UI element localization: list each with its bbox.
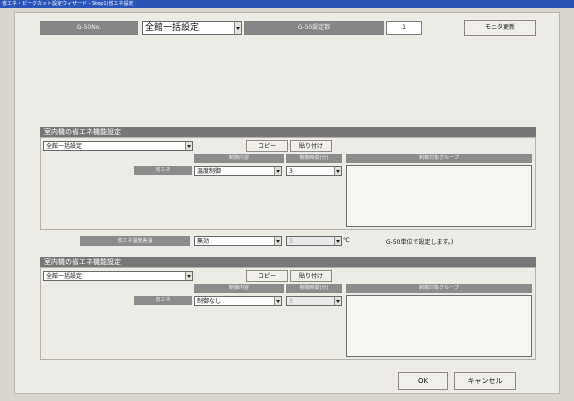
indoor-group-select[interactable]: 全館一括設定 — [43, 141, 193, 151]
chevron-down-icon[interactable] — [234, 22, 241, 34]
monitor-update-button[interactable]: モニタ更新 — [464, 20, 536, 36]
control-content-select-2[interactable]: 制御なし — [194, 296, 282, 306]
energy-row-label: 省エネ — [134, 166, 192, 175]
indoor-group-select-2[interactable]: 全館一括設定 — [43, 271, 193, 281]
copy-button-2[interactable]: コピー — [246, 270, 288, 282]
group-select-value: 全館一括設定 — [145, 23, 200, 33]
chevron-down-icon[interactable] — [334, 237, 341, 245]
group-select[interactable]: 全館一括設定 — [142, 21, 242, 35]
chevron-down-icon[interactable] — [274, 237, 281, 245]
chevron-down-icon[interactable] — [185, 272, 192, 280]
indoor-group-select-value-2: 全館一括設定 — [46, 273, 83, 280]
paste-button[interactable]: 貼り付け — [290, 140, 332, 152]
indoor-group-select-value: 全館一括設定 — [46, 143, 83, 150]
group-no-label: G-50No. — [40, 21, 138, 35]
col-control-time: 制御時間(分) — [286, 154, 342, 163]
control-time-select-2[interactable]: 3 — [286, 296, 342, 306]
chevron-down-icon[interactable] — [185, 142, 192, 150]
chevron-down-icon[interactable] — [334, 297, 341, 305]
paste-button-2[interactable]: 貼り付け — [290, 270, 332, 282]
temp-value-select[interactable]: 3 — [286, 236, 342, 246]
control-content-select[interactable]: 温度制御 — [194, 166, 282, 176]
temp-mode-select[interactable]: 無効 — [194, 236, 282, 246]
chevron-down-icon[interactable] — [274, 167, 281, 175]
target-group-list[interactable] — [346, 165, 532, 227]
energy-row-label-2: 省エネ — [134, 296, 192, 305]
cancel-button[interactable]: キャンセル — [454, 372, 516, 390]
col-control-content-2: 制御内容 — [194, 284, 284, 293]
g50-count-value: 1 — [386, 21, 422, 35]
control-time-select[interactable]: 3 — [286, 166, 342, 176]
indoor-energy-section-title-2: 室内機の省エネ機能設定 — [40, 257, 536, 267]
temp-value: 3 — [289, 238, 293, 245]
control-content-value: 温度制御 — [197, 168, 222, 175]
temp-diff-label: 省エネ温度差温 — [80, 236, 190, 246]
copy-button[interactable]: コピー — [246, 140, 288, 152]
control-time-value: 3 — [289, 168, 293, 175]
ok-button[interactable]: OK — [398, 372, 448, 390]
target-group-list-2[interactable] — [346, 295, 532, 357]
chevron-down-icon[interactable] — [334, 167, 341, 175]
control-time-value-2: 3 — [289, 298, 293, 305]
temp-note: G-50単位で設定します。) — [386, 239, 454, 246]
control-content-value-2: 制御なし — [197, 298, 222, 305]
chevron-down-icon[interactable] — [274, 297, 281, 305]
temp-mode-value: 無効 — [197, 238, 210, 245]
g50-count-label: G-50設定数 — [244, 21, 384, 35]
indoor-energy-section-title: 室内機の省エネ機能設定 — [40, 127, 536, 137]
col-target-group-2: 制御対象グループ — [346, 284, 532, 293]
temp-unit: ℃ — [343, 237, 350, 244]
col-target-group: 制御対象グループ — [346, 154, 532, 163]
window-title: 省エネ・ピークカット設定ウィザード - Step1(省エネ設定 — [0, 0, 574, 8]
col-control-time-2: 制御時間(分) — [286, 284, 342, 293]
col-control-content: 制御内容 — [194, 154, 284, 163]
